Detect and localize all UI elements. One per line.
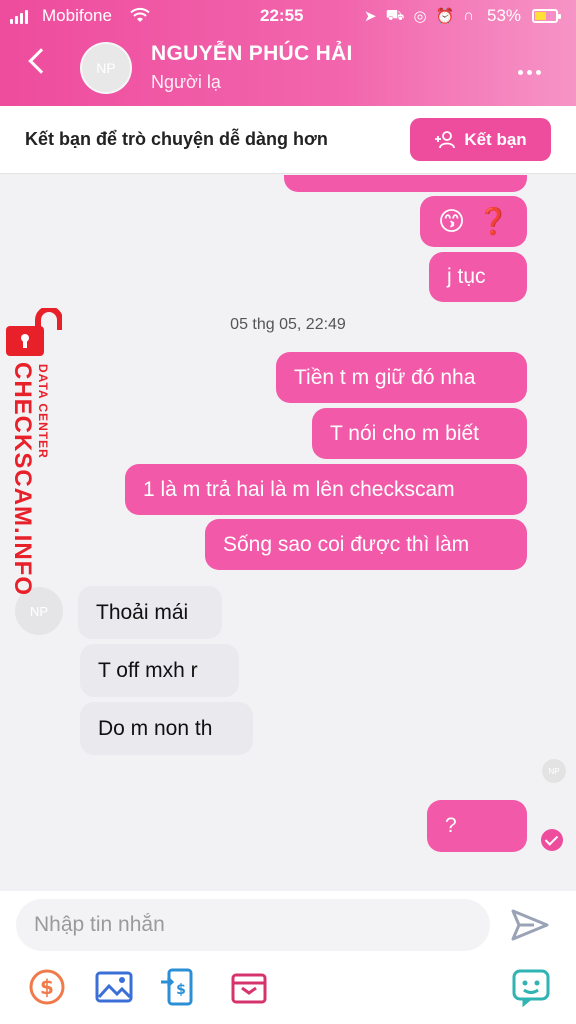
status-icons: ➤ ⛟ ◎ ⏰ ∩ <box>364 7 474 26</box>
wifi-icon <box>130 7 150 22</box>
watermark-subtext: DATA CENTER <box>36 364 50 459</box>
gift-icon[interactable] <box>228 966 270 1008</box>
message-bubble[interactable]: T off mxh r <box>80 644 239 697</box>
svg-text:$: $ <box>40 975 54 999</box>
svg-text:$: $ <box>176 982 186 998</box>
emoji-message[interactable]: 😙 ❓ <box>420 196 527 247</box>
contact-name[interactable]: NGUYỄN PHÚC HẢI <box>151 42 353 66</box>
more-options-icon[interactable] <box>518 70 541 75</box>
car-icon: ⛟ <box>385 7 405 24</box>
message-bubble[interactable]: Do m non th <box>80 702 253 755</box>
question-mark-icon: ❓ <box>477 206 510 236</box>
message-bubble[interactable]: Sống sao coi được thì làm <box>205 519 527 570</box>
battery-icon <box>532 9 561 23</box>
message-bubble[interactable]: ? <box>427 800 527 852</box>
transfer-icon[interactable]: $ <box>158 966 200 1008</box>
message-bubble[interactable]: Tiền t m giữ đó nha <box>276 352 527 403</box>
sticker-icon[interactable] <box>510 966 552 1008</box>
signal-icon <box>10 10 28 24</box>
add-friend-prompt: Kết bạn để trò chuyện dễ dàng hơn <box>25 129 328 149</box>
watermark-text: CHECKSCAM.INFO <box>9 362 36 596</box>
back-icon[interactable] <box>28 48 54 74</box>
clock: 22:55 <box>260 6 304 25</box>
sent-check-icon <box>541 829 563 851</box>
location-icon: ➤ <box>364 8 377 25</box>
message-bubble[interactable]: 1 là m trả hai là m lên checkscam <box>125 464 527 515</box>
message-bubble[interactable]: j tục <box>429 252 527 302</box>
seen-avatar: NP <box>542 759 566 783</box>
add-friend-button[interactable]: Kết bạn <box>410 118 551 161</box>
chat-header: Mobifone 22:55 ➤ ⛟ ◎ ⏰ ∩ 53% NP NGUYỄN P… <box>0 0 576 106</box>
kissing-face-icon: 😙 <box>438 206 466 236</box>
send-icon[interactable] <box>510 908 550 942</box>
padlock-icon <box>6 308 62 356</box>
rotation-lock-icon: ◎ <box>413 8 427 25</box>
add-user-icon <box>435 130 456 148</box>
headphones-icon: ∩ <box>463 7 475 24</box>
contact-avatar[interactable]: NP <box>80 42 132 94</box>
message-bubble[interactable]: T nói cho m biết <box>312 408 527 459</box>
money-transfer-icon[interactable]: $ <box>26 966 68 1008</box>
battery-percent: 53% <box>487 6 522 25</box>
message-timestamp: 05 thg 05, 22:49 <box>230 316 346 333</box>
alarm-icon: ⏰ <box>435 8 455 25</box>
contact-status: Người lạ <box>151 72 221 92</box>
carrier-name: Mobifone <box>42 6 112 25</box>
image-icon[interactable] <box>93 966 135 1008</box>
status-bar: Mobifone 22:55 ➤ ⛟ ◎ ⏰ ∩ 53% <box>0 6 576 28</box>
message-bubble-cut[interactable] <box>284 175 527 192</box>
message-input[interactable] <box>16 899 490 951</box>
message-bubble[interactable]: Thoải mái <box>78 586 222 639</box>
add-friend-label: Kết bạn <box>464 129 527 149</box>
message-list[interactable]: 😙 ❓ j tục 05 thg 05, 22:49 Tiền t m giữ … <box>0 175 576 891</box>
battery-level <box>535 12 546 20</box>
